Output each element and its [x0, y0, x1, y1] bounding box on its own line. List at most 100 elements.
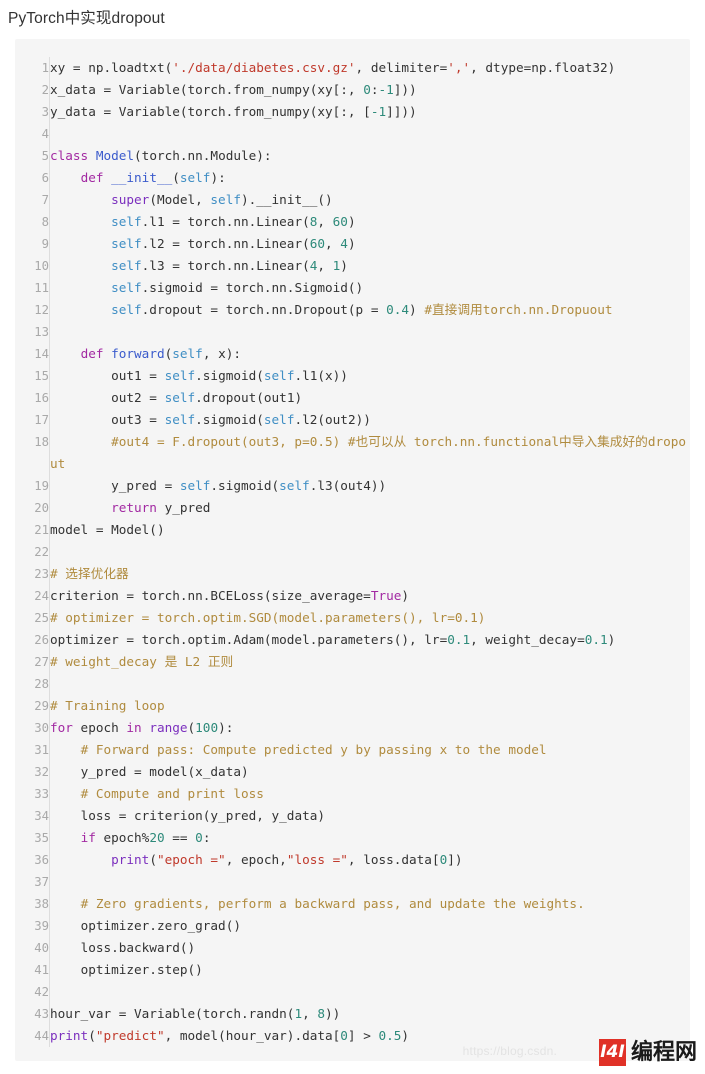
code-line: 44 print("predict", model(hour_var).data[… — [15, 1025, 690, 1047]
code-token: def — [80, 170, 112, 185]
line-number: 9 — [41, 237, 49, 251]
code-token: range — [149, 720, 188, 735]
code-line: 25 # optimizer = torch.optim.SGD(model.pa… — [15, 607, 690, 629]
line-number: 39 — [34, 919, 49, 933]
line-number: 19 — [34, 479, 49, 493]
code-line-content: loss.backward() — [49, 937, 690, 959]
code-line-content: optimizer.zero_grad() — [49, 915, 690, 937]
code-token: .l2(out2)) — [294, 412, 371, 427]
code-token: model = Model() — [50, 522, 165, 537]
code-line: 24 criterion = torch.nn.BCELoss(size_aver… — [15, 585, 690, 607]
code-line-content — [49, 871, 690, 893]
line-number: 31 — [34, 743, 49, 757]
code-line: 21 model = Model() — [15, 519, 690, 541]
code-token: # Zero gradients, perform a backward pas… — [80, 896, 585, 911]
code-token: ) — [347, 214, 356, 229]
code-line-content: out3 = self.sigmoid(self.l2(out2)) — [49, 409, 690, 431]
line-number: 15 — [34, 369, 49, 383]
code-token: .l3 = torch.nn.Linear( — [141, 258, 310, 273]
code-line: 6 def __init__(self): — [15, 167, 690, 189]
line-number: 13 — [34, 325, 49, 339]
code-line-content: def forward(self, x): — [49, 343, 690, 365]
code-token: # 选择优化器 — [50, 566, 129, 581]
code-line: 16 out2 = self.dropout(out1) — [15, 387, 690, 409]
code-line-content: out2 = self.dropout(out1) — [49, 387, 690, 409]
line-number: 26 — [34, 633, 49, 647]
code-line-content: out1 = self.sigmoid(self.l1(x)) — [49, 365, 690, 387]
code-token: print — [50, 1028, 89, 1043]
page-title: PyTorch中实现dropout — [8, 10, 165, 27]
code-line-content: def __init__(self): — [49, 167, 690, 189]
code-token: , model(hour_var).data[ — [164, 1028, 341, 1043]
code-token: super — [111, 192, 150, 207]
code-line-content: class Model(torch.nn.Module): — [49, 145, 690, 167]
line-number: 38 — [34, 897, 49, 911]
code-token: optimizer.step() — [50, 962, 203, 977]
code-token: def — [80, 346, 112, 361]
code-token: .sigmoid = torch.nn.Sigmoid() — [141, 280, 364, 295]
code-token: ( — [172, 170, 180, 185]
code-line: 4 — [15, 123, 690, 145]
code-token: y_pred = — [50, 478, 180, 493]
code-token: .sigmoid( — [195, 368, 264, 383]
code-token: 100 — [195, 720, 219, 735]
code-token: .sigmoid( — [195, 412, 264, 427]
code-line-content: x_data = Variable(torch.from_numpy(xy[:,… — [49, 79, 690, 101]
code-line: 33 # Compute and print loss — [15, 783, 690, 805]
code-token: Model — [95, 148, 135, 163]
line-number: 24 — [34, 589, 49, 603]
code-token: y_pred = model(x_data) — [50, 764, 249, 779]
code-token: self — [179, 170, 211, 185]
code-token: , delimiter= — [355, 60, 448, 75]
line-number: 14 — [34, 347, 49, 361]
code-token: forward — [111, 346, 165, 361]
code-line: 5 class Model(torch.nn.Module): — [15, 145, 690, 167]
code-token: "predict" — [95, 1028, 165, 1043]
code-token: self — [111, 214, 142, 229]
line-number: 8 — [41, 215, 49, 229]
line-number: 17 — [34, 413, 49, 427]
code-token: ] > — [347, 1028, 379, 1043]
code-line-content: #out4 = F.dropout(out3, p=0.5) #也可以从 tor… — [49, 431, 690, 475]
line-number: 1 — [41, 61, 49, 75]
code-token: criterion = torch.nn.BCELoss(size_averag… — [50, 588, 371, 603]
code-line: 23 # 选择优化器 — [15, 563, 690, 585]
code-token: 1 — [294, 1006, 303, 1021]
code-token: , weight_decay= — [470, 632, 585, 647]
code-line: 29 # Training loop — [15, 695, 690, 717]
code-token: hour_var = Variable(torch.randn( — [50, 1006, 295, 1021]
code-token: # Forward pass: Compute predicted y by p… — [80, 742, 547, 757]
code-token: loss.backward() — [50, 940, 196, 955]
code-token: , — [317, 258, 333, 273]
code-line: 36 print("epoch =", epoch,"loss =", loss… — [15, 849, 690, 871]
code-token: self — [111, 236, 142, 251]
line-number: 7 — [41, 193, 49, 207]
code-token: 0.1 — [584, 632, 608, 647]
code-line: 38 # Zero gradients, perform a backward … — [15, 893, 690, 915]
code-token: 0 — [195, 830, 203, 845]
code-line: 15 out1 = self.sigmoid(self.l1(x)) — [15, 365, 690, 387]
line-number: 37 — [34, 875, 49, 889]
site-brand: I4I 编程网 — [598, 1039, 697, 1066]
line-number: 6 — [41, 171, 49, 185]
line-number: 5 — [41, 149, 49, 163]
code-line-content — [49, 123, 690, 145]
code-token: , loss.data[ — [347, 852, 440, 867]
code-token: self — [111, 280, 142, 295]
code-line: 18 #out4 = F.dropout(out3, p=0.5) #也可以从 … — [15, 431, 690, 475]
code-line: 30 for epoch in range(100): — [15, 717, 690, 739]
code-token: epoch% — [95, 830, 150, 845]
line-number: 27 — [34, 655, 49, 669]
code-token: out1 = — [50, 368, 165, 383]
line-number: 32 — [34, 765, 49, 779]
code-top-padding — [15, 39, 690, 57]
code-token: 60 — [309, 236, 326, 251]
code-token: return — [111, 500, 157, 515]
code-line: 39 optimizer.zero_grad() — [15, 915, 690, 937]
code-token: , epoch, — [225, 852, 287, 867]
